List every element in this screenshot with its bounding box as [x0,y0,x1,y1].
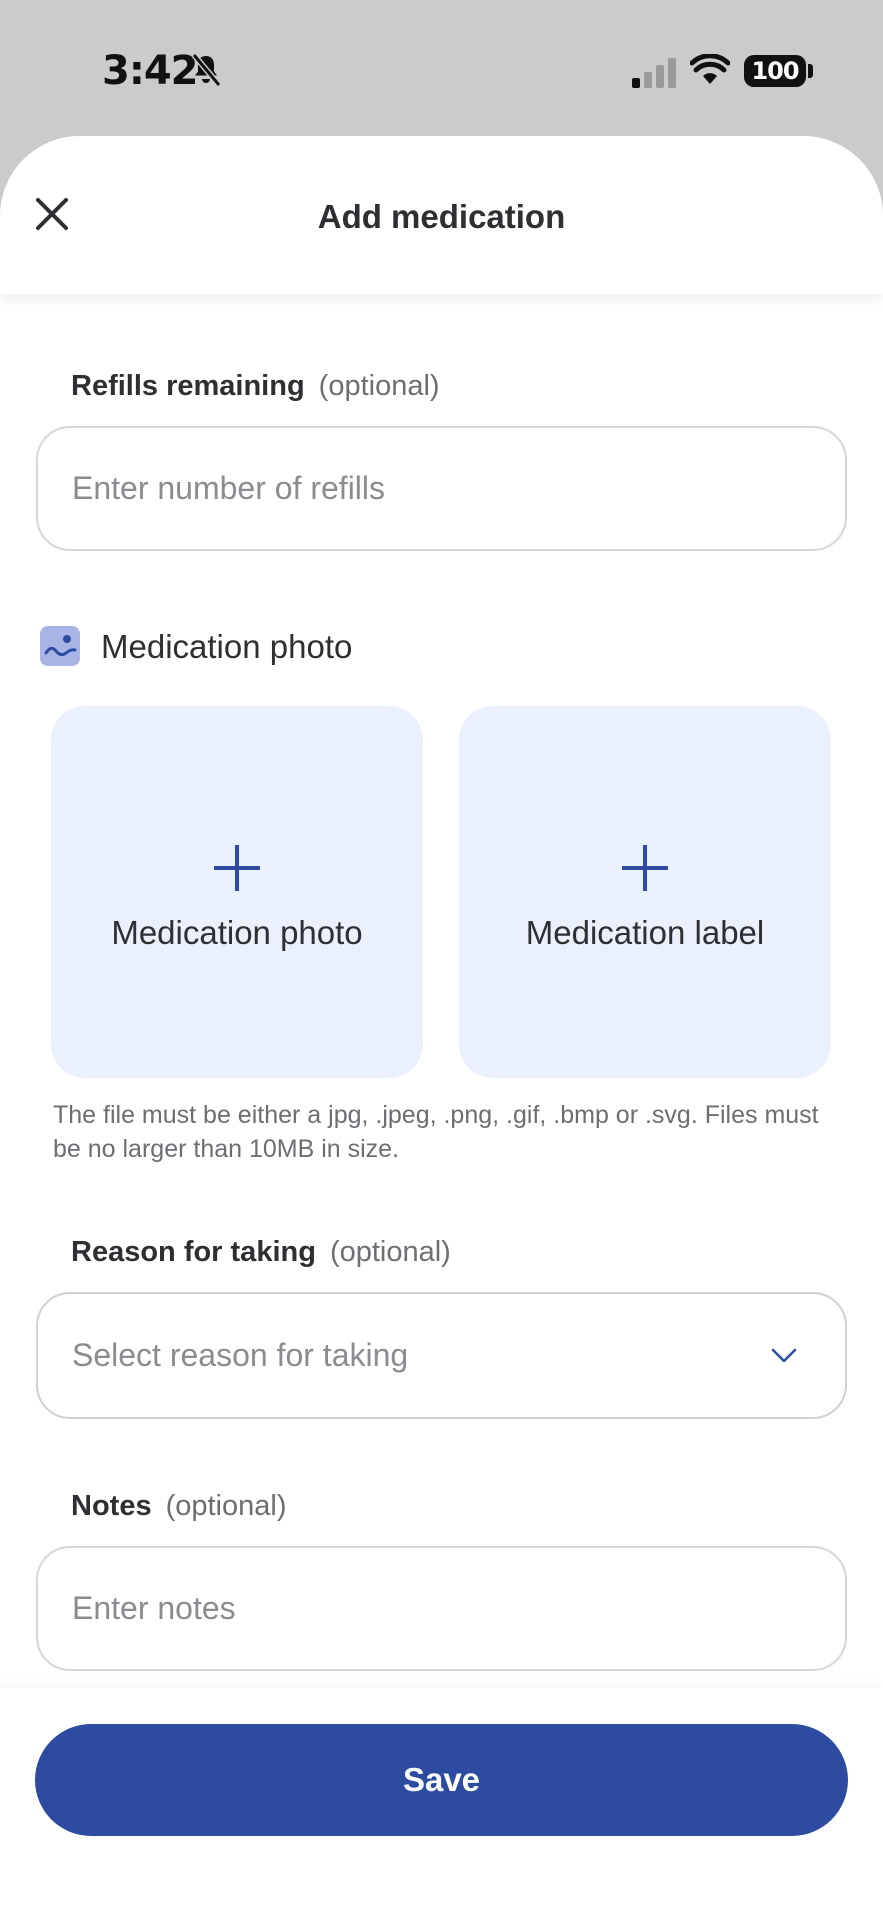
signal-icon [632,58,676,88]
notes-label: Notes (optional) [71,1490,286,1523]
reason-select-placeholder: Select reason for taking [72,1337,409,1373]
medication-photo-tile-label: Medication photo [111,914,363,951]
bell-muted-icon [191,53,222,87]
refills-optional-text: (optional) [318,370,440,402]
sheet-header: Add medication [0,136,883,294]
page-title: Add medication [317,198,566,235]
refills-input[interactable] [72,470,845,507]
reason-label-text: Reason for taking [71,1236,316,1268]
save-button[interactable]: Save [35,1724,848,1836]
medication-photo-section-title: Medication photo [101,628,353,665]
add-medication-sheet: Add medication Refills remaining (optiona… [0,136,883,1920]
image-icon [40,626,80,666]
notes-input[interactable] [72,1590,845,1627]
notes-input-wrapper [36,1546,847,1671]
reason-optional-text: (optional) [329,1236,451,1268]
refills-label: Refills remaining (optional) [71,370,440,403]
file-requirements-hint: The file must be either a jpg, .jpeg, .p… [53,1101,819,1163]
status-bar: 3:42 100 [0,0,883,136]
reason-select[interactable]: Select reason for taking [36,1292,847,1419]
plus-icon [214,845,260,891]
reason-label: Reason for taking (optional) [71,1236,451,1269]
notes-label-text: Notes [71,1490,152,1522]
refills-input-wrapper [36,426,847,551]
battery-tip [808,64,813,78]
add-medication-photo-button[interactable]: Medication photo [51,706,423,1078]
plus-icon [622,845,668,891]
status-time: 3:42 [102,48,198,94]
battery-indicator: 100 [744,55,806,87]
medication-label-tile-label: Medication label [525,914,765,951]
refills-label-text: Refills remaining [71,370,305,402]
notes-optional-text: (optional) [165,1490,287,1522]
add-medication-label-button[interactable]: Medication label [459,706,831,1078]
wifi-icon [690,54,730,84]
chevron-down-icon [771,1348,797,1363]
